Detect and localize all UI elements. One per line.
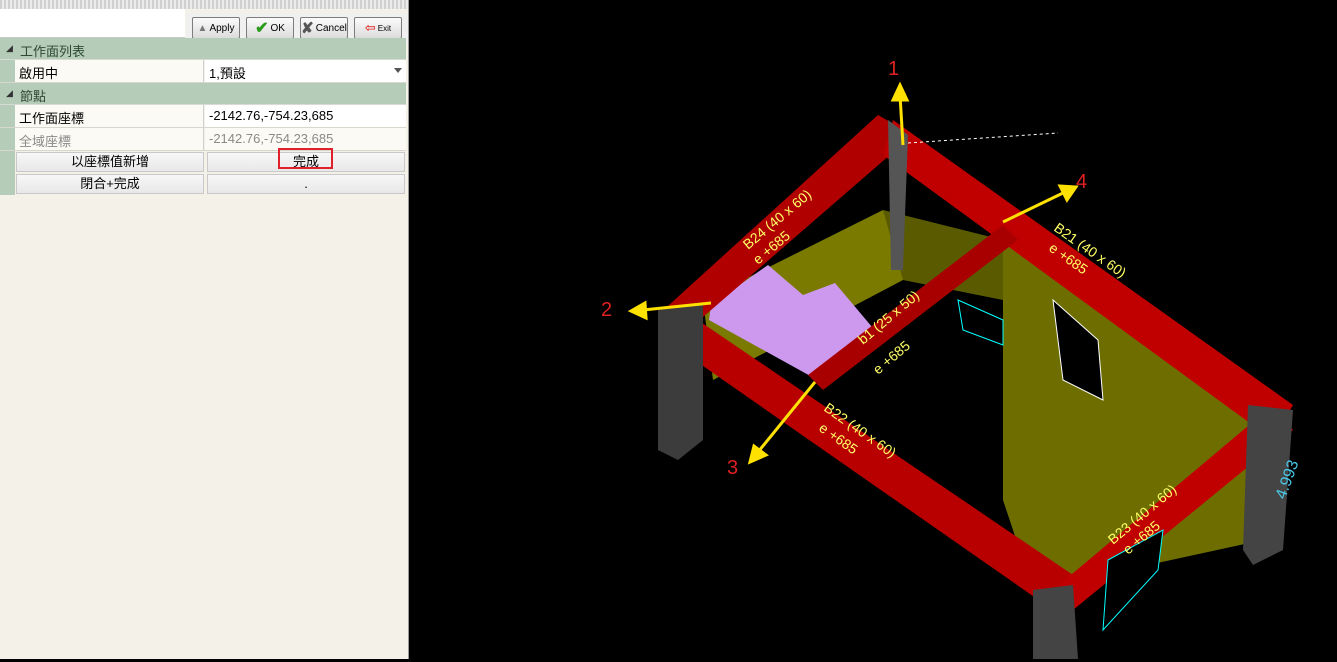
structure-model: B24 (40 x 60) e +685 B21 (40 x 60) e +68…: [601, 58, 1302, 659]
dot-button[interactable]: .: [207, 174, 405, 194]
workplane-coord-row: 工作面座標 -2142.76,-754.23,685: [0, 105, 406, 128]
panel-header-blank: [0, 9, 185, 38]
3d-viewport[interactable]: B24 (40 x 60) e +685 B21 (40 x 60) e +68…: [413, 0, 1337, 659]
finish-button[interactable]: 完成: [207, 152, 405, 172]
global-coord-label: 全域座標: [15, 128, 204, 150]
global-coord-field: -2142.76,-754.23,685: [205, 128, 406, 150]
active-row: 啟用中 1,預設: [0, 60, 406, 83]
global-coord-row: 全域座標 -2142.76,-754.23,685: [0, 128, 406, 151]
properties-panel: ▲ Apply ✔ OK ✘ Cancel ⇦ Exit ◢ 工作面列表 啟用中…: [0, 0, 409, 659]
exit-button[interactable]: ⇦ Exit: [354, 17, 402, 39]
arrow-3-head: [747, 443, 769, 465]
arrow-label-4: 4: [1076, 171, 1087, 193]
close-finish-button[interactable]: 閉合+完成: [16, 174, 204, 194]
checkmark-icon: ✔: [255, 20, 269, 37]
arrow-label-1: 1: [888, 58, 899, 80]
workplane-coord-field[interactable]: -2142.76,-754.23,685: [205, 105, 406, 127]
apply-button[interactable]: ▲ Apply: [192, 17, 240, 39]
add-by-coord-button[interactable]: 以座標值新增: [16, 152, 204, 172]
section-node[interactable]: ◢ 節點: [0, 83, 406, 105]
guide-line: [907, 132, 1059, 144]
cancel-button[interactable]: ✘ Cancel: [300, 17, 348, 39]
ok-button[interactable]: ✔ OK: [246, 17, 294, 39]
arrow-label-3: 3: [727, 457, 738, 479]
arrow-1-head: [890, 81, 910, 102]
exit-door-icon: ⇦: [364, 20, 376, 35]
active-select[interactable]: 1,預設: [205, 60, 406, 82]
chevron-down-icon[interactable]: [394, 68, 402, 73]
arrow-label-2: 2: [601, 299, 612, 321]
active-label: 啟用中: [15, 60, 204, 82]
property-grid: ◢ 工作面列表 啟用中 1,預設 ◢ 節點 工作面座標 -2142.76,-75…: [0, 38, 406, 195]
arrow-2-head: [627, 300, 648, 321]
collapse-triangle-icon[interactable]: ◢: [6, 43, 13, 54]
arrow-4-head: [1057, 184, 1079, 203]
button-row-2: 閉合+完成 .: [0, 173, 406, 195]
window-left: [957, 299, 1004, 346]
panel-title-strip: [0, 0, 408, 9]
section-workplane-list[interactable]: ◢ 工作面列表: [0, 38, 406, 60]
collapse-triangle-icon[interactable]: ◢: [6, 88, 13, 99]
apply-icon: ▲: [197, 22, 208, 34]
column-1: [658, 305, 703, 460]
cancel-x-icon: ✘: [301, 20, 314, 37]
workplane-coord-label: 工作面座標: [15, 105, 204, 127]
button-row-1: 以座標值新增 完成: [0, 151, 406, 173]
column-4: [1033, 585, 1078, 659]
